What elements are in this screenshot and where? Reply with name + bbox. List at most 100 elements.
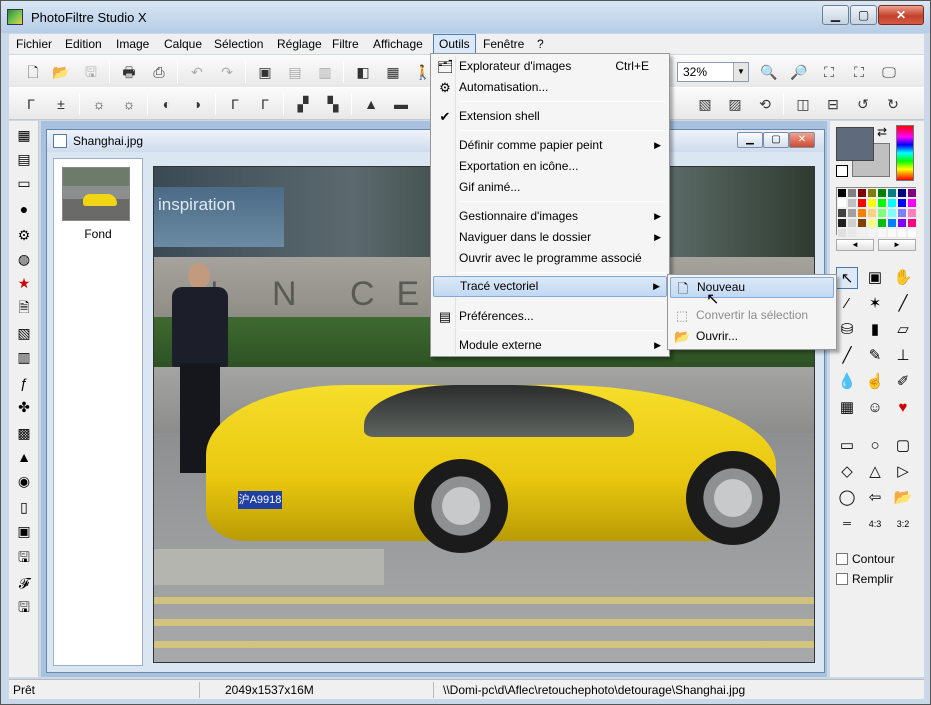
menu-item-trace-vectoriel[interactable]: Tracé vectoriel ▶ (433, 276, 667, 297)
saturation-down-icon[interactable]: ▞ (293, 94, 313, 114)
swap-colors-icon[interactable]: ⇄ (877, 125, 887, 139)
palette-swatch[interactable] (907, 208, 917, 218)
save-icon[interactable]: 🖫 (81, 62, 101, 82)
palette-swatch[interactable] (857, 188, 867, 198)
menu-fichier[interactable]: Fichier (11, 34, 57, 54)
menu-item-ouvrir-avec[interactable]: Ouvrir avec le programme associé (433, 248, 667, 269)
palette-swatch[interactable] (837, 228, 847, 238)
menu-fenetre[interactable]: Fenêtre (478, 34, 529, 54)
right-triangle-shape-icon[interactable]: ▷ (892, 461, 914, 483)
calculator-icon[interactable]: ▦ (14, 125, 34, 145)
close-button[interactable]: ✕ (878, 5, 924, 25)
gamma-down-icon[interactable]: Γ (225, 94, 245, 114)
palette-prev-button[interactable]: ◄ (836, 239, 874, 251)
undo-icon[interactable]: ↶ (187, 62, 207, 82)
open-shape-icon[interactable]: 📂 (892, 487, 914, 509)
fit-window-icon[interactable]: ⛶ (819, 62, 839, 82)
gradient-icon[interactable]: ▧ (695, 94, 715, 114)
note-icon[interactable]: 🗎 (14, 297, 34, 317)
fill-bucket-tool-icon[interactable]: ⛁ (836, 319, 858, 341)
checkbox-box[interactable] (836, 573, 848, 585)
ratio-equal-icon[interactable]: ═ (836, 513, 858, 535)
palette-swatch[interactable] (867, 218, 877, 228)
save-html-icon[interactable]: 🖫 (14, 597, 34, 617)
spray-tool-icon[interactable]: ▮ (864, 319, 886, 341)
circle-icon[interactable]: ◉ (14, 471, 34, 491)
palette-swatch[interactable] (847, 208, 857, 218)
rotate-left-icon[interactable]: ↺ (853, 94, 873, 114)
line-tool-icon[interactable]: ╱ (892, 293, 914, 315)
lasso-shape-icon[interactable]: ◯ (836, 487, 858, 509)
menu-item-gestionnaire[interactable]: Gestionnaire d'images ▶ (433, 206, 667, 227)
palette-swatch[interactable] (837, 198, 847, 208)
new-file-icon[interactable]: 🗋 (23, 62, 43, 82)
doc-minimize-button[interactable]: ▁ (737, 132, 763, 148)
menu-outils[interactable]: Outils (433, 34, 476, 54)
mountain-icon[interactable]: ▲ (14, 447, 34, 467)
flip-horizontal-icon[interactable]: ◫ (793, 94, 813, 114)
rounded-rectangle-shape-icon[interactable]: ▢ (892, 435, 914, 457)
palette-swatch[interactable] (897, 188, 907, 198)
doc-close-button[interactable]: ✕ (789, 132, 815, 148)
pattern-tool-icon[interactable]: ▦ (836, 397, 858, 419)
saturation-up-icon[interactable]: ▚ (323, 94, 343, 114)
palette-swatch[interactable] (847, 228, 857, 238)
palette-swatch[interactable] (887, 218, 897, 228)
menu-selection[interactable]: Sélection (209, 34, 268, 54)
palette-swatch[interactable] (887, 208, 897, 218)
palette-swatch[interactable] (837, 218, 847, 228)
menu-item-module-externe[interactable]: Module externe ▶ (433, 335, 667, 356)
hand-tool-icon[interactable]: ✋ (892, 267, 914, 289)
menu-item-extension-shell[interactable]: ✔ Extension shell (433, 106, 667, 127)
save-2000-icon[interactable]: 🖫 (14, 547, 34, 567)
zoom-out-icon[interactable]: 🔎 (789, 62, 809, 82)
gradient-fill-icon[interactable]: ▥ (14, 347, 34, 367)
checkbox-box[interactable] (836, 553, 848, 565)
flip-vertical-icon[interactable]: ⊟ (823, 94, 843, 114)
monitor-icon[interactable]: ▭ (14, 173, 34, 193)
color-icon[interactable]: ▨ (725, 94, 745, 114)
rotate-right-icon[interactable]: ↻ (883, 94, 903, 114)
menu-image[interactable]: Image (111, 34, 154, 54)
menu-edition[interactable]: Edition (60, 34, 107, 54)
gamma-up-icon[interactable]: Γ (255, 94, 275, 114)
paste-image-icon[interactable]: ▣ (255, 62, 275, 82)
palette-swatch[interactable] (837, 188, 847, 198)
palette-swatch[interactable] (867, 198, 877, 208)
stamp-tool-icon[interactable]: ⊥ (892, 345, 914, 367)
chevron-down-icon[interactable]: ▼ (733, 63, 748, 81)
menu-item-explorateur[interactable]: 🗂 Explorateur d'images Ctrl+E (433, 56, 667, 77)
palette-swatch[interactable] (857, 198, 867, 208)
contrast-down-icon[interactable]: ◐ (157, 94, 177, 114)
function-icon[interactable]: ƒ (14, 373, 34, 393)
auto-levels-icon[interactable]: Γ (21, 94, 41, 114)
doc-maximize-button[interactable]: ▢ (763, 132, 789, 148)
ratio-3-2-icon[interactable]: 3:2 (892, 513, 914, 535)
palette-swatch[interactable] (877, 188, 887, 198)
color-balance-icon[interactable]: ▬ (391, 94, 411, 114)
eyedropper-tool-icon[interactable]: ⁄ (836, 293, 858, 315)
layer-thumbnail[interactable] (62, 167, 130, 221)
palette-swatch[interactable] (877, 218, 887, 228)
palette-swatch[interactable] (897, 218, 907, 228)
palette-swatch[interactable] (857, 218, 867, 228)
palette-swatch[interactable] (877, 228, 887, 238)
open-folder-icon[interactable]: 📂 (51, 62, 71, 82)
palette-swatch[interactable] (867, 188, 877, 198)
book-icon[interactable]: ▯ (14, 497, 34, 517)
palette-swatch[interactable] (847, 198, 857, 208)
advanced-brush-tool-icon[interactable]: ✎ (864, 345, 886, 367)
foreground-color-swatch[interactable] (836, 127, 874, 161)
arrow-shape-icon[interactable]: ⇦ (864, 487, 886, 509)
submenu-item-nouveau[interactable]: 🗋 Nouveau (670, 277, 834, 298)
palette-swatch[interactable] (887, 228, 897, 238)
menu-calque[interactable]: Calque (159, 34, 207, 54)
palette-swatch[interactable] (907, 218, 917, 228)
robot-icon[interactable]: ⚙ (14, 225, 34, 245)
magic-wand-tool-icon[interactable]: ✶ (864, 293, 886, 315)
slideshow-icon[interactable]: ▣ (14, 521, 34, 541)
palette-swatch[interactable] (907, 198, 917, 208)
palette-swatch[interactable] (877, 198, 887, 208)
palette-swatch[interactable] (867, 228, 877, 238)
copy-icon[interactable]: ▤ (285, 62, 305, 82)
